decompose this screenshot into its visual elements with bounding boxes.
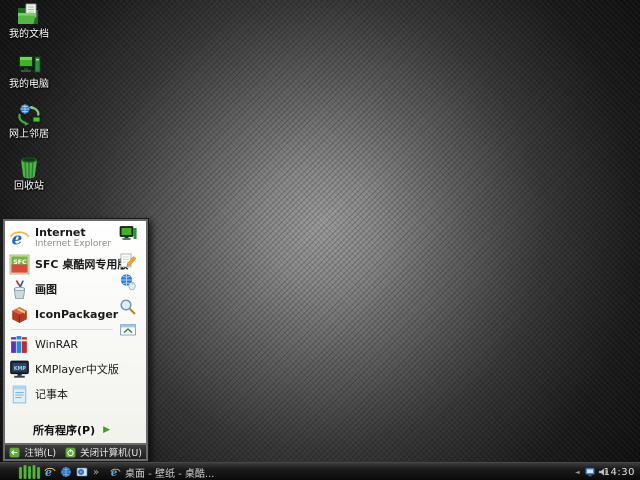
all-programs-label: 所有程序(P) (33, 424, 96, 437)
start-logo-icon (18, 465, 41, 479)
quicklaunch-ie-button[interactable]: e (44, 463, 56, 480)
quicklaunch-ie-icon: e (44, 466, 56, 478)
start-menu-footer: 注销(L) 关闭计算机(U) (5, 445, 146, 459)
tray-monitor-button[interactable] (585, 463, 595, 480)
menu-item-title: KMPlayer中文版 (35, 362, 119, 376)
desktop-screen: 我的文档 我的电脑 网上邻居 回收站 e Internet Internet E… (0, 0, 640, 480)
shutdown-label: 关闭计算机(U) (80, 448, 142, 459)
my-computer-small-icon[interactable] (119, 225, 137, 243)
run-icon[interactable] (119, 321, 137, 339)
taskbar: e » e 桌面 - 壁纸 - 桌酷... ◄ 14:30 (0, 462, 640, 480)
sfc-icon: SFC (9, 254, 30, 275)
logoff-label: 注销(L) (24, 448, 57, 459)
menu-item-sfc[interactable]: SFC SFC 桌酷网专用版 (8, 252, 128, 277)
menu-item-title: SFC 桌酷网专用版 (35, 257, 129, 271)
desktop-icon-my-computer[interactable]: 我的电脑 (5, 53, 53, 91)
quicklaunch-outlook-button[interactable] (76, 463, 88, 480)
window-button-label: 桌面 - 壁纸 - 桌酷... (125, 468, 215, 480)
start-menu: e Internet Internet Explorer SFC SFC 桌酷网… (2, 218, 149, 462)
menu-item-title: WinRAR (35, 337, 79, 351)
taskbar-clock[interactable]: 14:30 (604, 463, 635, 480)
start-button[interactable] (18, 463, 42, 480)
desktop-icon-my-documents[interactable]: 我的文档 (5, 3, 53, 41)
menu-separator (11, 329, 113, 330)
paint-icon (13, 280, 26, 299)
my-documents-icon (18, 3, 38, 24)
all-programs-button[interactable]: 所有程序(P) ▶ (33, 422, 110, 438)
desktop-icon-label: 网上邻居 (9, 129, 49, 140)
menu-item-notepad[interactable]: 记事本 (8, 382, 116, 407)
quicklaunch-more-chevron[interactable]: » (93, 463, 99, 480)
shutdown-icon (65, 446, 76, 458)
menu-item-kmplayer[interactable]: KMP KMPlayer中文版 (8, 357, 119, 382)
tray-monitor-icon (585, 467, 595, 477)
menu-item-winrar[interactable]: WinRAR (8, 332, 116, 357)
taskbar-window-button[interactable]: e 桌面 - 壁纸 - 桌酷... (106, 463, 218, 480)
svg-text:KMP: KMP (14, 366, 27, 372)
all-programs-arrow-icon: ▶ (103, 425, 111, 435)
internet-explorer-icon: e (9, 228, 30, 248)
network-places-icon (18, 104, 42, 126)
menu-item-paint[interactable]: 画图 (8, 277, 116, 302)
desktop-icon-recycle-bin[interactable]: 回收站 (5, 155, 53, 193)
menu-item-title: 画图 (35, 282, 57, 296)
desktop-icon-label: 我的电脑 (9, 79, 49, 90)
quicklaunch-outlook-icon (76, 467, 88, 477)
svg-text:e: e (45, 466, 52, 478)
quicklaunch-globe-button[interactable] (60, 463, 72, 480)
logoff-button[interactable]: 注销(L) (9, 445, 56, 459)
search-icon[interactable] (119, 298, 137, 316)
notepad-icon (12, 385, 27, 404)
my-computer-icon (17, 54, 41, 73)
kmplayer-icon: KMP (10, 360, 29, 378)
connect-to-icon[interactable] (119, 273, 137, 291)
menu-item-iconpackager[interactable]: IconPackager (8, 302, 119, 327)
recycle-bin-icon (21, 157, 37, 179)
menu-item-title: 记事本 (35, 387, 68, 401)
svg-text:SFC: SFC (13, 259, 27, 266)
menu-item-title: IconPackager (35, 307, 119, 321)
desktop-icon-label: 回收站 (14, 181, 44, 192)
logoff-icon (9, 446, 21, 458)
tray-collapse-chevron[interactable]: ◄ (575, 463, 580, 480)
start-menu-item-list: e Internet Internet Explorer SFC SFC 桌酷网… (8, 224, 128, 407)
menu-item-internet[interactable]: e Internet Internet Explorer (8, 224, 116, 252)
menu-item-subtitle: Internet Explorer (35, 239, 112, 249)
menu-item-title: Internet (35, 226, 86, 239)
quicklaunch-globe-icon (61, 467, 71, 477)
desktop-icon-label: 我的文档 (9, 29, 49, 40)
iconpackager-icon (12, 307, 27, 323)
window-button-ie-icon: e (110, 468, 121, 478)
svg-text:e: e (12, 228, 23, 248)
winrar-icon (11, 336, 27, 353)
start-menu-body: e Internet Internet Explorer SFC SFC 桌酷网… (5, 221, 146, 443)
documents-pencil-icon[interactable] (119, 252, 137, 270)
desktop-icon-network-places[interactable]: 网上邻居 (5, 103, 53, 141)
shutdown-button[interactable]: 关闭计算机(U) (65, 445, 142, 459)
